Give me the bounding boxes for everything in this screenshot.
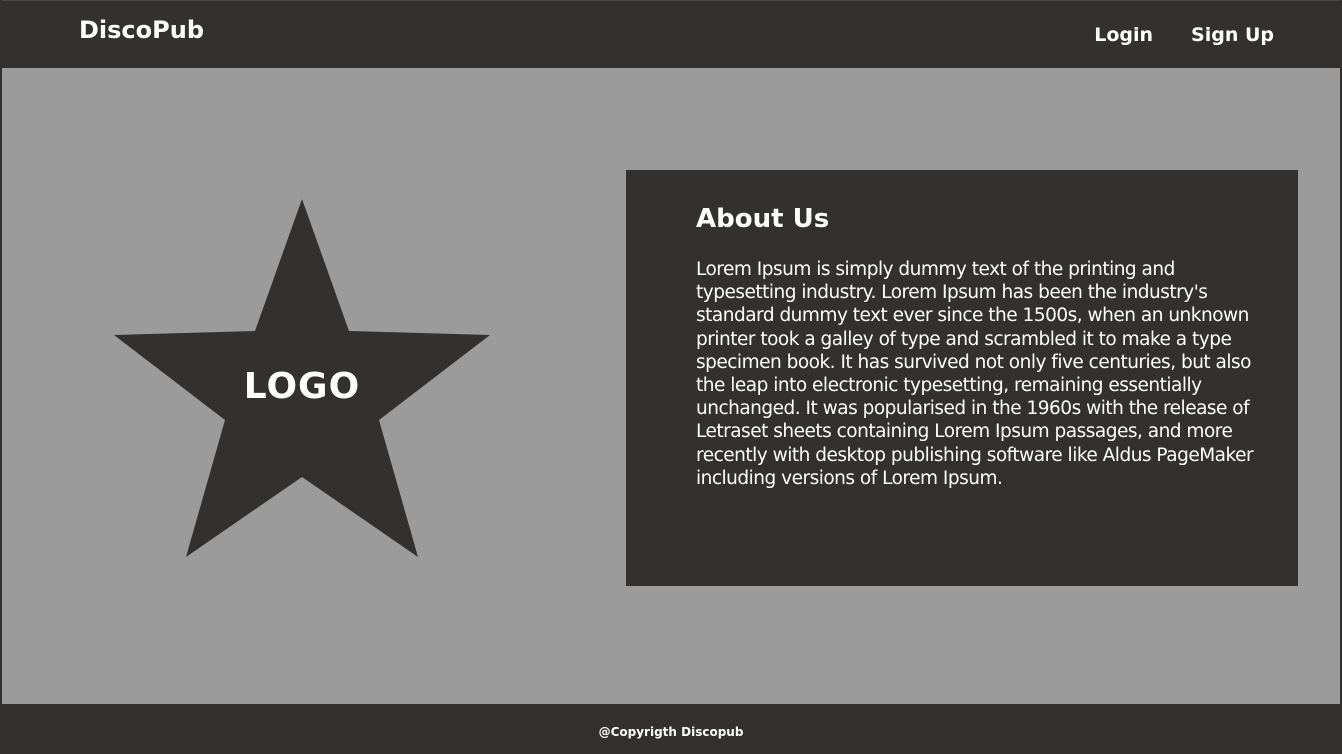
about-section: About Us Lorem Ipsum is simply dummy tex… xyxy=(626,170,1298,586)
footer: @Copyrigth Discopub xyxy=(2,704,1340,754)
page: DiscoPub Login Sign Up LOGO About Us Lor… xyxy=(0,0,1342,754)
nav-links: Login Sign Up xyxy=(1094,24,1274,46)
logo-text: LOGO xyxy=(243,366,361,407)
signup-link[interactable]: Sign Up xyxy=(1191,24,1274,46)
brand-link[interactable]: DiscoPub xyxy=(79,16,204,44)
top-navbar: DiscoPub Login Sign Up xyxy=(2,0,1340,68)
about-title: About Us xyxy=(696,204,830,234)
copyright-text: @Copyrigth Discopub xyxy=(598,725,744,739)
about-body: Lorem Ipsum is simply dummy text of the … xyxy=(696,259,1254,489)
logo: LOGO xyxy=(112,198,492,558)
login-link[interactable]: Login xyxy=(1094,24,1153,46)
